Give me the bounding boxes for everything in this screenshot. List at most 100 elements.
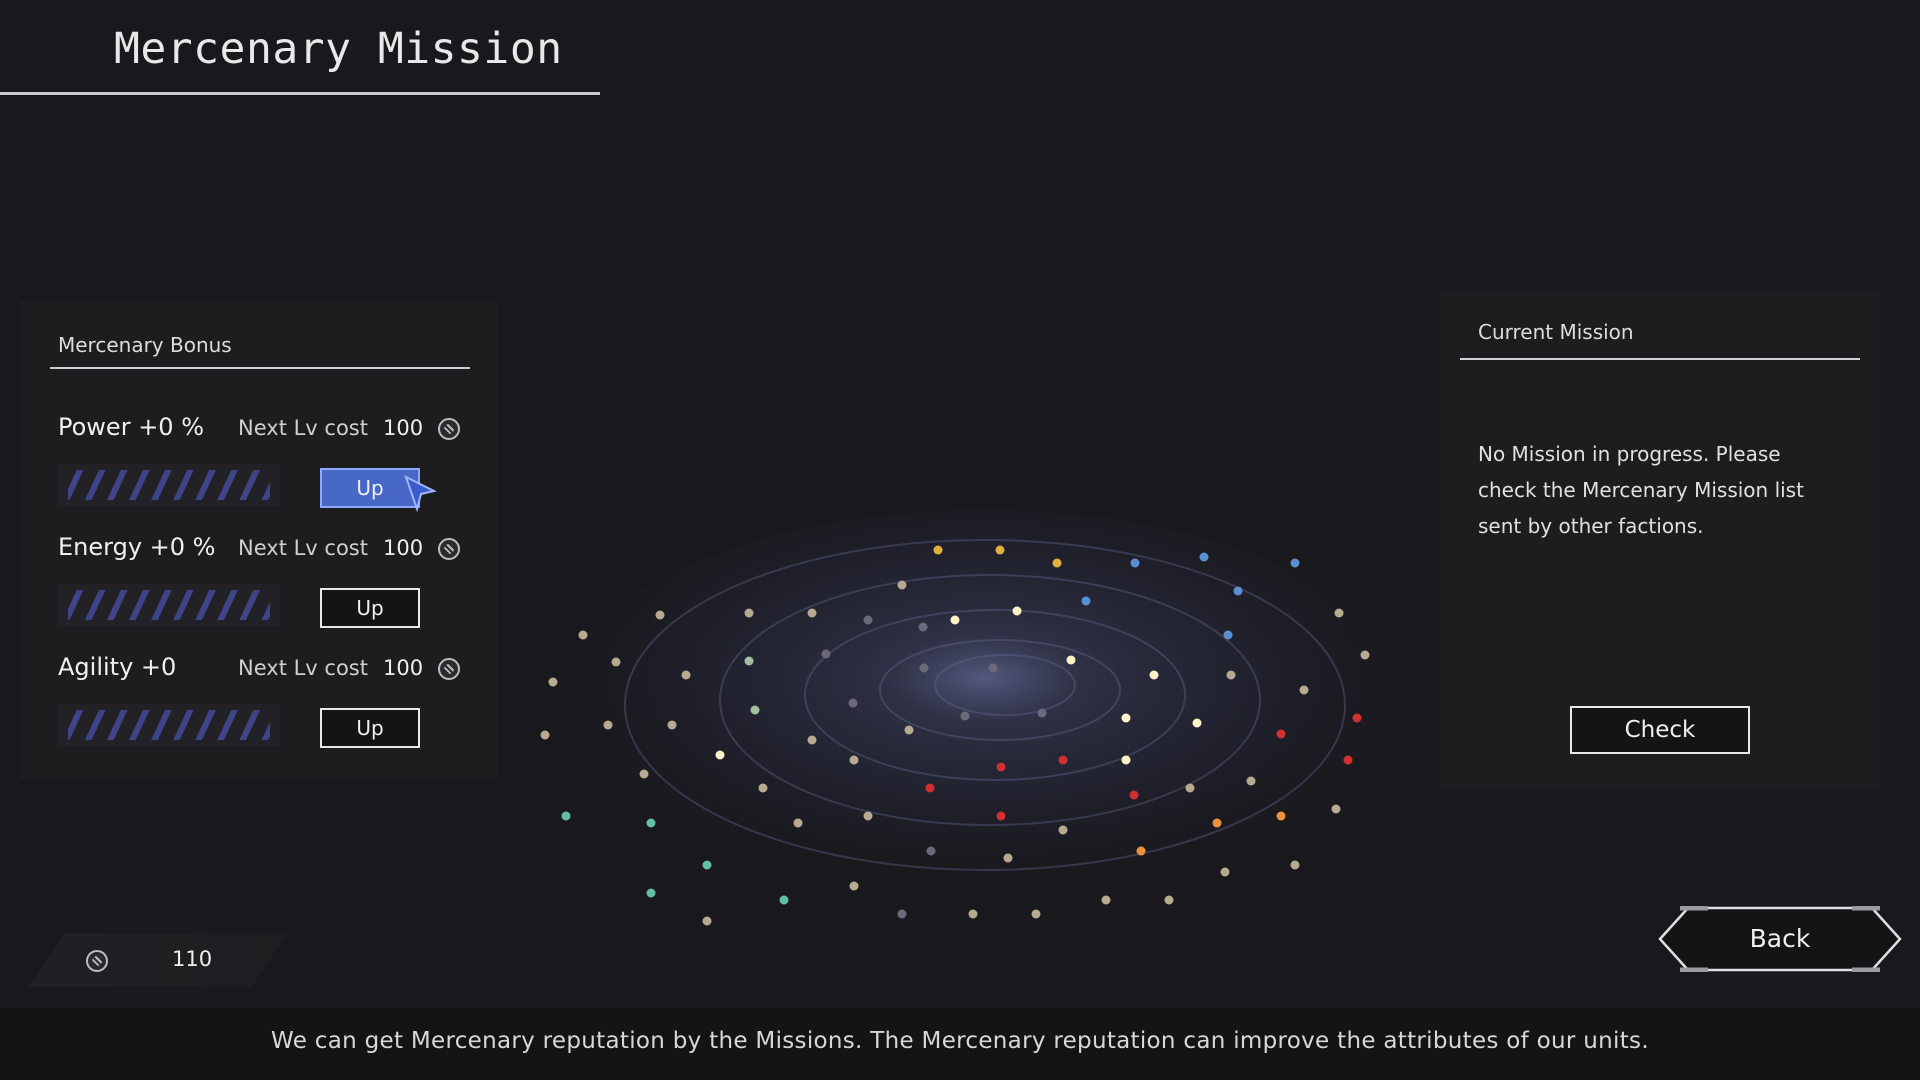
star-system-node[interactable] — [960, 711, 970, 721]
check-button[interactable]: Check — [1570, 706, 1750, 754]
cost-label: Next Lv cost — [238, 416, 368, 440]
star-system-node[interactable] — [995, 545, 1005, 555]
star-system-node[interactable] — [1130, 558, 1140, 568]
galaxy-cloud — [555, 510, 1405, 910]
star-system-node[interactable] — [1226, 670, 1236, 680]
star-system-node[interactable] — [821, 649, 831, 659]
star-system-node[interactable] — [1012, 606, 1022, 616]
star-system-node[interactable] — [667, 720, 677, 730]
stat-name: Agility +0 — [58, 653, 177, 681]
galaxy-map[interactable] — [505, 510, 1405, 950]
star-system-node[interactable] — [1058, 825, 1068, 835]
star-system-node[interactable] — [1121, 713, 1131, 723]
star-system-node[interactable] — [950, 615, 960, 625]
star-system-node[interactable] — [919, 663, 929, 673]
star-system-node[interactable] — [1233, 586, 1243, 596]
star-system-node[interactable] — [793, 818, 803, 828]
star-system-node[interactable] — [646, 818, 656, 828]
star-system-node[interactable] — [863, 811, 873, 821]
star-system-node[interactable] — [611, 657, 621, 667]
star-system-node[interactable] — [1136, 846, 1146, 856]
star-system-node[interactable] — [603, 720, 613, 730]
star-system-node[interactable] — [1290, 860, 1300, 870]
coin-icon — [438, 538, 460, 560]
star-system-node[interactable] — [926, 846, 936, 856]
level-bar — [58, 464, 280, 506]
star-system-node[interactable] — [807, 735, 817, 745]
star-system-node[interactable] — [988, 663, 998, 673]
mission-status-text: No Mission in progress. Please check the… — [1478, 442, 1804, 538]
star-system-node[interactable] — [1220, 867, 1230, 877]
star-system-node[interactable] — [1164, 895, 1174, 905]
star-system-node[interactable] — [1066, 655, 1076, 665]
star-system-node[interactable] — [744, 656, 754, 666]
energy-up-button[interactable]: Up — [320, 588, 420, 628]
star-system-node[interactable] — [849, 755, 859, 765]
star-system-node[interactable] — [578, 630, 588, 640]
star-system-node[interactable] — [1101, 895, 1111, 905]
star-system-node[interactable] — [1246, 776, 1256, 786]
star-system-node[interactable] — [1276, 811, 1286, 821]
star-system-node[interactable] — [1331, 804, 1341, 814]
star-system-node[interactable] — [1081, 596, 1091, 606]
star-system-node[interactable] — [848, 698, 858, 708]
star-system-node[interactable] — [639, 769, 649, 779]
star-system-node[interactable] — [1299, 685, 1309, 695]
star-system-node[interactable] — [807, 608, 817, 618]
mercenary-coin-icon — [86, 950, 108, 972]
star-system-node[interactable] — [996, 762, 1006, 772]
star-system-node[interactable] — [744, 608, 754, 618]
star-system-node[interactable] — [918, 622, 928, 632]
reputation-counter: 110 — [28, 933, 288, 987]
star-system-node[interactable] — [904, 725, 914, 735]
star-system-node[interactable] — [1223, 630, 1233, 640]
level-bar-segments — [68, 710, 270, 740]
star-system-node[interactable] — [968, 909, 978, 919]
mercenary-bonus-panel: Mercenary Bonus Power +0 % Next Lv cost … — [20, 301, 498, 779]
star-system-node[interactable] — [702, 860, 712, 870]
star-system-node[interactable] — [1360, 650, 1370, 660]
star-system-node[interactable] — [1352, 713, 1362, 723]
stat-name: Power +0 % — [58, 413, 205, 441]
stat-row-energy: Energy +0 % Next Lv cost 100 Up — [20, 533, 498, 643]
star-system-node[interactable] — [897, 580, 907, 590]
star-system-node[interactable] — [779, 895, 789, 905]
star-system-node[interactable] — [646, 888, 656, 898]
star-system-node[interactable] — [750, 705, 760, 715]
star-system-node[interactable] — [1058, 755, 1068, 765]
star-system-node[interactable] — [655, 610, 665, 620]
star-system-node[interactable] — [1185, 783, 1195, 793]
star-system-node[interactable] — [925, 783, 935, 793]
star-system-node[interactable] — [758, 783, 768, 793]
star-system-node[interactable] — [1334, 608, 1344, 618]
star-system-node[interactable] — [1276, 729, 1286, 739]
star-system-node[interactable] — [1052, 558, 1062, 568]
star-system-node[interactable] — [1343, 755, 1353, 765]
star-system-node[interactable] — [933, 545, 943, 555]
star-system-node[interactable] — [702, 916, 712, 926]
star-system-node[interactable] — [540, 730, 550, 740]
star-system-node[interactable] — [1192, 718, 1202, 728]
star-system-node[interactable] — [1037, 708, 1047, 718]
star-system-node[interactable] — [548, 677, 558, 687]
star-system-node[interactable] — [1212, 818, 1222, 828]
agility-up-button[interactable]: Up — [320, 708, 420, 748]
star-system-node[interactable] — [863, 615, 873, 625]
star-system-node[interactable] — [1129, 790, 1139, 800]
level-bar-segments — [68, 590, 270, 620]
star-system-node[interactable] — [1199, 552, 1209, 562]
star-system-node[interactable] — [1031, 909, 1041, 919]
reputation-value: 110 — [172, 947, 213, 971]
star-system-node[interactable] — [897, 909, 907, 919]
star-system-node[interactable] — [1121, 755, 1131, 765]
cost-label: Next Lv cost — [238, 536, 368, 560]
star-system-node[interactable] — [1003, 853, 1013, 863]
star-system-node[interactable] — [681, 670, 691, 680]
star-system-node[interactable] — [996, 811, 1006, 821]
star-system-node[interactable] — [849, 881, 859, 891]
star-system-node[interactable] — [561, 811, 571, 821]
star-system-node[interactable] — [1290, 558, 1300, 568]
star-system-node[interactable] — [715, 750, 725, 760]
star-system-node[interactable] — [1149, 670, 1159, 680]
back-button[interactable]: Back — [1658, 905, 1902, 973]
